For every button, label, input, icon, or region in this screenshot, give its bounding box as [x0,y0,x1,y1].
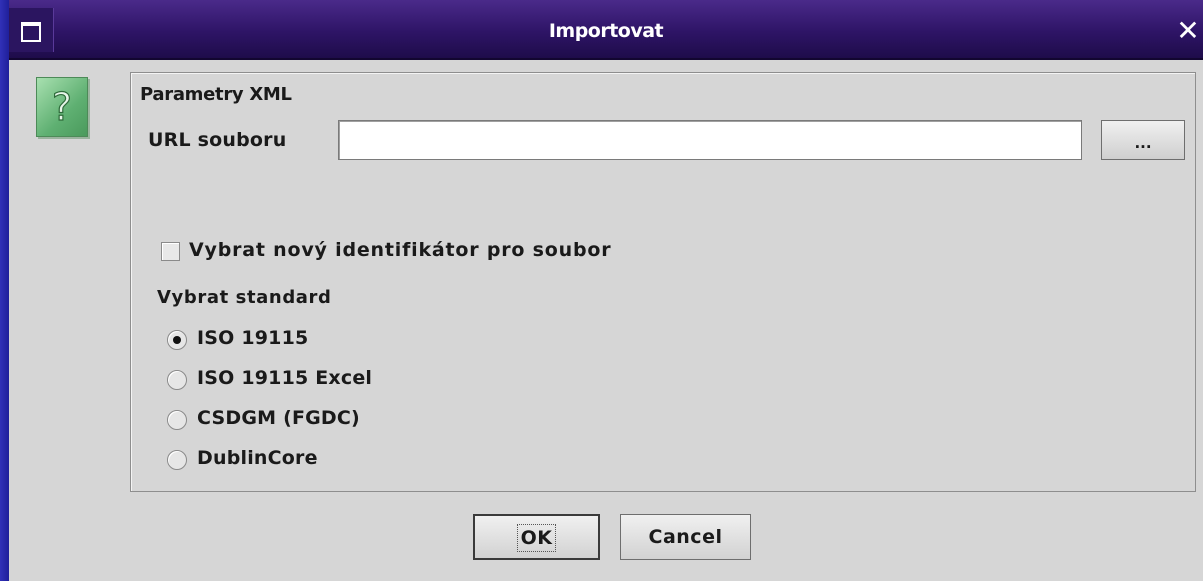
desktop-background [0,0,9,581]
xml-parameters-panel: Parametry XML URL souboru ... Vybrat nov… [130,72,1196,492]
url-input[interactable] [338,120,1082,160]
radio-button[interactable] [167,450,187,470]
browse-button[interactable]: ... [1101,120,1185,160]
new-identifier-checkbox[interactable] [161,242,180,261]
radio-button[interactable] [167,410,187,430]
radio-button[interactable] [167,330,187,350]
svg-text:?: ? [52,85,72,129]
ok-label: OK [516,524,557,552]
standard-label: Vybrat standard [157,287,332,308]
close-icon[interactable]: ✕ [1173,10,1203,52]
radio-label[interactable]: ISO 19115 [197,327,308,349]
import-dialog: Importovat ✕ ? Parametry XML URL souboru… [9,0,1203,581]
question-icon: ? [36,77,88,137]
new-identifier-label[interactable]: Vybrat nový identifikátor pro soubor [189,239,611,261]
radio-label[interactable]: DublinCore [197,447,318,469]
window-title: Importovat [548,20,664,42]
radio-label[interactable]: CSDGM (FGDC) [197,407,360,429]
cancel-button[interactable]: Cancel [620,514,751,560]
panel-title: Parametry XML [140,84,292,105]
url-label: URL souboru [148,129,287,151]
radio-button[interactable] [167,370,187,390]
ok-button[interactable]: OK [473,514,600,560]
radio-label[interactable]: ISO 19115 Excel [197,367,372,389]
title-bar[interactable]: Importovat ✕ [9,0,1203,60]
